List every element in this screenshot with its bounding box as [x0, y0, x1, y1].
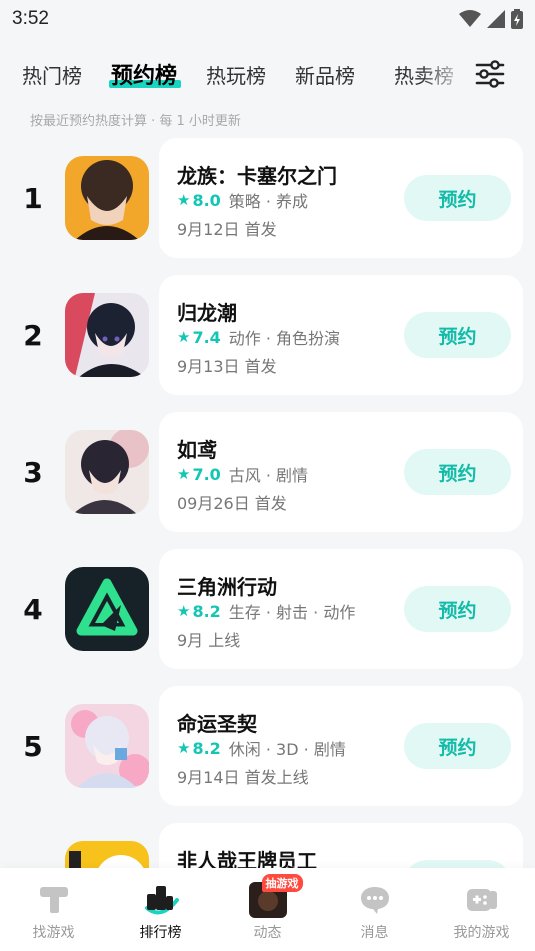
- gamepad-icon: [462, 882, 502, 918]
- nav-label: 排行榜: [139, 925, 182, 941]
- game-tags: 动作 · 角色扮演: [228, 329, 341, 348]
- rating-line: ★ 7.4 动作 · 角色扮演: [177, 325, 340, 349]
- hammer-icon: [34, 882, 74, 918]
- game-title: 归龙潮: [177, 301, 237, 325]
- nav-ranking[interactable]: 排行榜: [107, 868, 214, 951]
- status-bar: 3:52: [0, 0, 535, 38]
- list-item[interactable]: 3 如鸢 ★ 7.0 古风 · 剧情 09月26日 首发 预约: [0, 412, 535, 532]
- list-item[interactable]: 5 命运圣契 ★ 8.2 休闲 · 3D · 剧情 9月14日 首发上线 预约: [0, 686, 535, 806]
- reserve-button[interactable]: 预约: [404, 449, 511, 495]
- sliders-icon: [475, 60, 505, 88]
- nav-label: 找游戏: [32, 925, 75, 941]
- nav-feed[interactable]: 抽游戏 动态: [214, 868, 321, 951]
- rank-number: 2: [23, 319, 43, 352]
- ranking-icon: [141, 882, 181, 918]
- tab-label: 热玩榜: [206, 63, 267, 88]
- game-title: 如鸢: [177, 438, 217, 462]
- nav-find-games[interactable]: 找游戏: [0, 868, 107, 951]
- game-score: 8.2: [192, 601, 221, 621]
- status-icons: [459, 9, 523, 29]
- rating-line: ★ 8.0 策略 · 养成: [177, 188, 308, 212]
- nav-label: 消息: [360, 925, 389, 941]
- game-card[interactable]: 龙族：卡塞尔之门 ★ 8.0 策略 · 养成 9月12日 首发 预约: [159, 138, 523, 258]
- rating-line: ★ 8.2 生存 · 射击 · 动作: [177, 599, 355, 623]
- game-card[interactable]: 命运圣契 ★ 8.2 休闲 · 3D · 剧情 9月14日 首发上线 预约: [159, 686, 523, 806]
- release-date: 9月14日 首发上线: [177, 768, 309, 787]
- game-tags: 生存 · 射击 · 动作: [228, 603, 356, 622]
- game-icon[interactable]: [65, 704, 149, 788]
- nav-label: 动态: [253, 925, 282, 941]
- reserve-button[interactable]: 预约: [404, 312, 511, 358]
- tab-label: 预约榜: [111, 64, 178, 89]
- star-icon: ★: [177, 328, 191, 346]
- nav-label: 我的游戏: [453, 925, 510, 941]
- tab-reservation[interactable]: 预约榜: [109, 50, 182, 98]
- list-item[interactable]: 1 龙族：卡塞尔之门 ★ 8.0 策略 · 养成 9月12日 首发 预约: [0, 138, 535, 258]
- tab-hot-play[interactable]: 热玩榜: [206, 52, 270, 97]
- wifi-icon: [459, 10, 481, 27]
- star-icon: ★: [177, 465, 191, 483]
- bottom-nav: 找游戏 排行榜 抽游戏 动态 消息 我的游戏: [0, 868, 535, 951]
- tab-hot[interactable]: 热门榜: [22, 52, 86, 97]
- game-tags: 古风 · 剧情: [228, 466, 309, 485]
- rank-number: 4: [23, 593, 43, 626]
- game-score: 7.4: [192, 327, 221, 347]
- game-score: 8.0: [192, 190, 221, 210]
- game-score: 7.0: [192, 464, 221, 484]
- game-title: 龙族：卡塞尔之门: [177, 164, 337, 188]
- tab-label: 热门榜: [22, 63, 82, 88]
- signal-icon: [487, 10, 505, 28]
- release-date: 9月12日 首发: [177, 220, 277, 239]
- chat-bubble-icon: [355, 882, 395, 918]
- tab-fade-overlay: [420, 46, 470, 102]
- tab-label: 新品榜: [295, 63, 356, 88]
- star-icon: ★: [177, 739, 191, 757]
- nav-messages[interactable]: 消息: [321, 868, 428, 951]
- game-icon[interactable]: [65, 567, 149, 651]
- release-date: 9月 上线: [177, 631, 241, 650]
- feed-icon: 抽游戏: [248, 874, 303, 918]
- game-score: 8.2: [192, 738, 221, 758]
- reserve-button[interactable]: 预约: [404, 175, 511, 221]
- release-date: 9月13日 首发: [177, 357, 277, 376]
- rating-line: ★ 7.0 古风 · 剧情: [177, 462, 308, 486]
- game-tags: 休闲 · 3D · 剧情: [228, 740, 346, 759]
- status-time: 3:52: [12, 8, 49, 29]
- game-icon[interactable]: [65, 430, 149, 514]
- game-icon[interactable]: [65, 293, 149, 377]
- game-icon[interactable]: [65, 156, 149, 240]
- game-card[interactable]: 三角洲行动 ★ 8.2 生存 · 射击 · 动作 9月 上线 预约: [159, 549, 523, 669]
- nav-my-games[interactable]: 我的游戏: [428, 868, 535, 951]
- rank-number: 1: [23, 182, 43, 215]
- rank-number: 3: [23, 456, 43, 489]
- reserve-button[interactable]: 预约: [404, 586, 511, 632]
- game-title: 命运圣契: [177, 712, 257, 736]
- star-icon: ★: [177, 602, 191, 620]
- list-item[interactable]: 2 归龙潮 ★ 7.4 动作 · 角色扮演 9月13日 首发 预约: [0, 275, 535, 395]
- game-tags: 策略 · 养成: [228, 192, 309, 211]
- rank-number: 5: [23, 730, 43, 763]
- tab-new[interactable]: 新品榜: [295, 52, 359, 97]
- reserve-button[interactable]: 预约: [404, 723, 511, 769]
- list-item[interactable]: 4 三角洲行动 ★ 8.2 生存 · 射击 · 动作 9月 上线 预约: [0, 549, 535, 669]
- game-card[interactable]: 归龙潮 ★ 7.4 动作 · 角色扮演 9月13日 首发 预约: [159, 275, 523, 395]
- ranking-hint: 按最近预约热度计算 · 每 1 小时更新: [30, 114, 241, 129]
- game-title: 三角洲行动: [177, 575, 277, 599]
- battery-icon: [511, 9, 523, 29]
- release-date: 09月26日 首发: [177, 494, 287, 513]
- star-icon: ★: [177, 191, 191, 209]
- rating-line: ★ 8.2 休闲 · 3D · 剧情: [177, 736, 346, 760]
- game-card[interactable]: 如鸢 ★ 7.0 古风 · 剧情 09月26日 首发 预约: [159, 412, 523, 532]
- lottery-badge: 抽游戏: [261, 874, 303, 892]
- filter-button[interactable]: [470, 54, 510, 94]
